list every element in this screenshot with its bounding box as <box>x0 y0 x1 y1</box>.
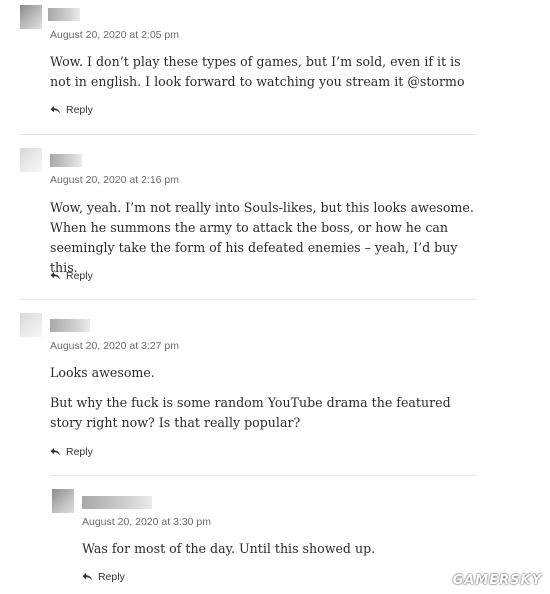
avatar[interactable] <box>20 148 42 172</box>
comment-paragraph: Wow, yeah. I’m not really into Souls-lik… <box>50 200 474 275</box>
comment-body: Looks awesome. But why the fuck is some … <box>50 363 480 443</box>
comment-date[interactable]: August 20, 2020 at 2:16 pm <box>50 174 179 186</box>
reply-arrow-icon <box>82 573 92 581</box>
reply-arrow-icon <box>50 272 60 280</box>
avatar[interactable] <box>52 489 74 513</box>
comment-date[interactable]: August 20, 2020 at 2:05 pm <box>50 29 179 41</box>
avatar[interactable] <box>20 5 42 29</box>
comment-body: Was for most of the day. Until this show… <box>82 539 480 569</box>
reply-button[interactable]: Reply <box>50 446 93 458</box>
reply-label: Reply <box>66 104 93 116</box>
comment-paragraph: But why the fuck is some random YouTube … <box>50 395 451 430</box>
comment-body: Wow. I don’t play these types of games, … <box>50 52 480 102</box>
comment-paragraph: Wow. I don’t play these types of games, … <box>50 54 465 89</box>
reply-arrow-icon <box>50 106 60 114</box>
reply-arrow-icon <box>50 448 60 456</box>
divider <box>50 475 476 476</box>
reply-label: Reply <box>98 571 125 583</box>
watermark-logo: GAMERSKY <box>452 573 542 588</box>
avatar[interactable] <box>20 313 42 337</box>
author-name-blurred[interactable] <box>50 154 82 167</box>
author-name-blurred[interactable] <box>82 496 152 509</box>
divider <box>20 134 476 135</box>
comment-paragraph: Looks awesome. <box>50 365 155 380</box>
reply-label: Reply <box>66 446 93 458</box>
comment-body: Wow, yeah. I’m not really into Souls-lik… <box>50 198 480 288</box>
reply-button[interactable]: Reply <box>50 104 93 116</box>
author-name-blurred[interactable] <box>50 319 90 332</box>
comment-paragraph: Was for most of the day. Until this show… <box>82 541 376 556</box>
comment-date[interactable]: August 20, 2020 at 3:27 pm <box>50 340 179 352</box>
divider <box>20 299 476 300</box>
reply-button[interactable]: Reply <box>50 270 93 282</box>
reply-label: Reply <box>66 270 93 282</box>
author-name-blurred[interactable] <box>48 8 80 21</box>
comment-date[interactable]: August 20, 2020 at 3:30 pm <box>82 516 211 528</box>
reply-button[interactable]: Reply <box>82 571 125 583</box>
